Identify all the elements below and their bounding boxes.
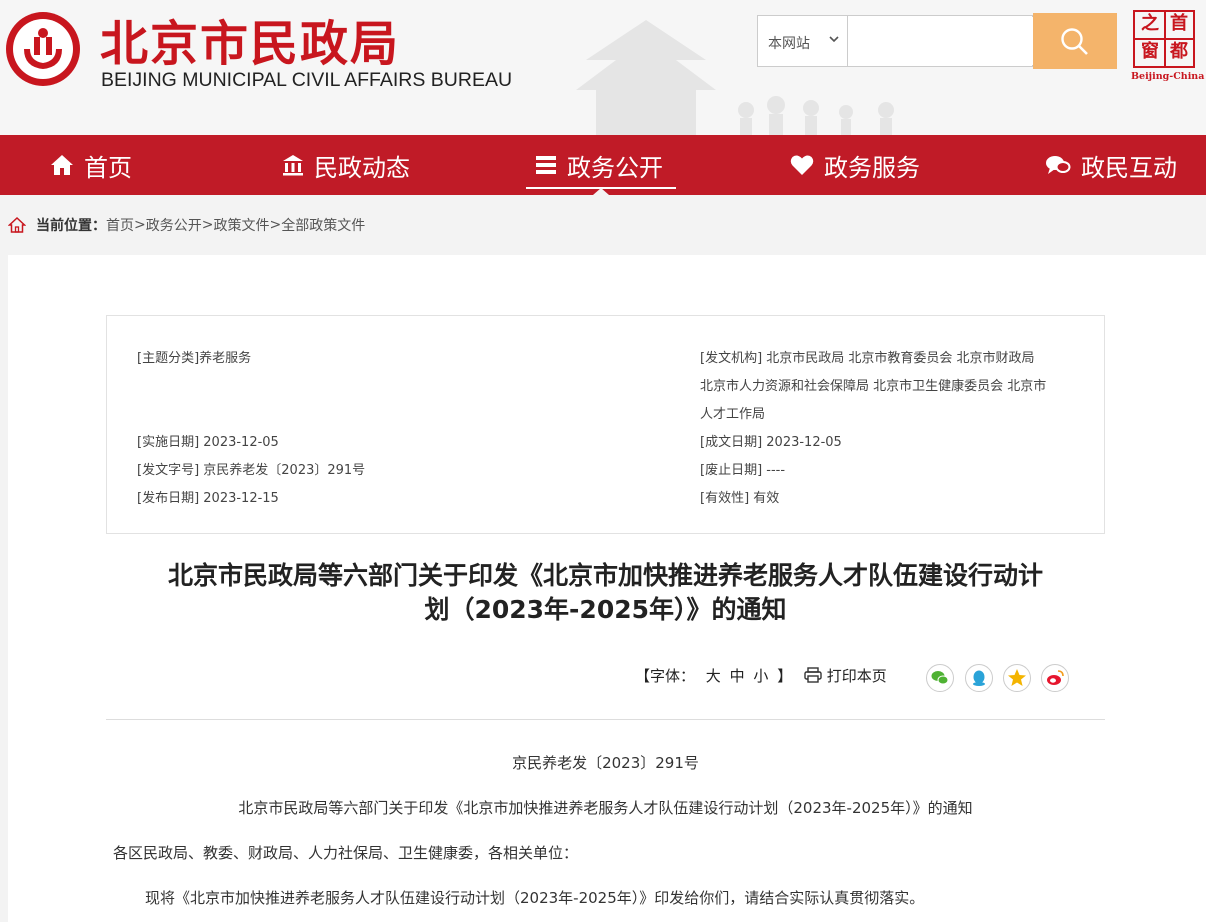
search-icon <box>1061 28 1088 55</box>
qzone-icon <box>1008 669 1026 686</box>
search-input[interactable] <box>849 17 1033 65</box>
document-title-line: 划（2023年-2025年）》的通知 <box>424 595 787 624</box>
meta-effective-date: [实施日期] 2023-12-05 <box>137 435 279 450</box>
nav-label: 民政动态 <box>314 153 410 182</box>
font-size-large[interactable]: 大 <box>706 667 721 685</box>
breadcrumb-separator: > <box>201 217 214 233</box>
body-doc-number: 京民养老发〔2023〕291号 <box>512 754 699 772</box>
share-wechat-button[interactable] <box>926 664 954 692</box>
breadcrumb: 当前位置： 首页 > 政务公开 > 政策文件 > 全部政策文件 <box>8 215 365 235</box>
home-icon <box>51 155 73 175</box>
search-box: 本网站 <box>757 15 1033 67</box>
meta-validity: [有效性] 有效 <box>700 491 780 506</box>
nav-item-civil-news[interactable]: 民政动态 <box>282 135 410 195</box>
breadcrumb-separator: > <box>134 217 146 233</box>
nav-label: 政民互动 <box>1081 153 1177 182</box>
nav-label: 政务公开 <box>567 153 663 182</box>
nav-item-interaction[interactable]: 政民互动 <box>1045 135 1177 195</box>
share-weibo-button[interactable] <box>1041 664 1069 692</box>
share-qzone-button[interactable] <box>1003 664 1031 692</box>
weibo-icon <box>1047 670 1064 685</box>
capital-window-badge[interactable]: 首 都 之 窗 Beijing-China <box>1131 10 1204 82</box>
meta-doc-number: [发文字号] 京民养老发〔2023〕291号 <box>137 463 366 478</box>
meta-issuer: [发文机构] 北京市民政局 北京市教育委员会 北京市财政局 <box>700 351 1035 366</box>
breadcrumb-separator: > <box>269 217 282 233</box>
badge-char: 之 <box>1141 13 1159 34</box>
chat-icon <box>1046 156 1071 174</box>
print-label: 打印本页 <box>826 667 887 685</box>
list-icon <box>536 156 556 174</box>
badge-char: 都 <box>1170 41 1188 62</box>
badge-char: 窗 <box>1141 41 1159 62</box>
building-icon <box>283 155 303 176</box>
bureau-emblem-logo <box>6 12 80 86</box>
qq-icon <box>973 670 985 686</box>
site-title-english: BEIJING MUNICIPAL CIVIL AFFAIRS BUREAU <box>101 69 513 91</box>
content-divider <box>106 719 1105 720</box>
nav-label: 政务服务 <box>824 153 920 182</box>
document-metadata-box: [主题分类]养老服务 [实施日期] 2023-12-05 [发文字号] 京民养老… <box>106 315 1105 534</box>
badge-english: Beijing-China <box>1131 71 1205 82</box>
site-title: 北京市民政局 <box>100 16 401 72</box>
nav-label: 首页 <box>84 153 132 182</box>
font-size-label: 【字体： <box>635 667 696 685</box>
meta-publish-date: [发布日期] 2023-12-15 <box>137 491 279 506</box>
breadcrumb-link-gov-affairs[interactable]: 政务公开 <box>146 215 202 235</box>
badge-char: 首 <box>1170 13 1188 34</box>
document-title-line: 北京市民政局等六部门关于印发《北京市加快推进养老服务人才队伍建设行动计 <box>167 561 1043 590</box>
meta-issuer: 人才工作局 <box>700 407 766 422</box>
search-button[interactable] <box>1033 13 1117 69</box>
breadcrumb-label: 当前位置： <box>36 218 106 234</box>
heart-icon <box>790 155 814 175</box>
meta-topic: [主题分类]养老服务 <box>137 351 252 366</box>
chevron-down-icon <box>829 33 839 47</box>
font-size-small[interactable]: 小 <box>753 667 768 685</box>
nav-active-caret <box>593 188 609 195</box>
breadcrumb-link-policy-docs[interactable]: 政策文件 <box>213 215 269 235</box>
search-scope-select[interactable]: 本网站 <box>758 16 848 66</box>
font-size-bracket: 】 <box>777 667 793 685</box>
printer-icon <box>804 667 822 683</box>
nav-item-gov-affairs[interactable]: 政务公开 <box>535 135 663 195</box>
nav-item-gov-services[interactable]: 政务服务 <box>790 135 920 195</box>
breadcrumb-link-home[interactable]: 首页 <box>106 215 134 235</box>
font-size-controls: 【字体： 大 中 小 】 <box>635 665 792 686</box>
article-panel: [主题分类]养老服务 [实施日期] 2023-12-05 [发文字号] 京民养老… <box>8 255 1206 922</box>
share-qq-button[interactable] <box>965 664 993 692</box>
breadcrumb-link-all-policy-docs[interactable]: 全部政策文件 <box>281 215 365 235</box>
meta-written-date: [成文日期] 2023-12-05 <box>700 435 842 450</box>
main-nav: 首页 民政动态 政务公开 政务服务 政民互动 <box>0 135 1206 195</box>
home-outline-icon <box>8 216 26 233</box>
body-addressee: 各区民政局、教委、财政局、人力社保局、卫生健康委，各相关单位： <box>113 844 579 862</box>
meta-issuer: 北京市人力资源和社会保障局 北京市卫生健康委员会 北京市 <box>700 379 1047 394</box>
site-header: 北京市民政局 BEIJING MUNICIPAL CIVIL AFFAIRS B… <box>0 0 1206 135</box>
wechat-icon <box>931 671 949 685</box>
body-paragraph: 现将《北京市加快推进养老服务人才队伍建设行动计划（2023年-2025年）》印发… <box>145 889 925 907</box>
font-size-medium[interactable]: 中 <box>730 667 745 685</box>
search-scope-value: 本网站 <box>768 36 810 52</box>
body-subtitle: 北京市民政局等六部门关于印发《北京市加快推进养老服务人才队伍建设行动计划（202… <box>238 799 973 817</box>
print-button[interactable]: 打印本页 <box>804 665 887 686</box>
nav-item-home[interactable]: 首页 <box>50 135 132 195</box>
document-title: 北京市民政局等六部门关于印发《北京市加快推进养老服务人才队伍建设行动计 划（20… <box>106 559 1105 627</box>
meta-abolish-date: [废止日期] ---- <box>700 463 786 478</box>
